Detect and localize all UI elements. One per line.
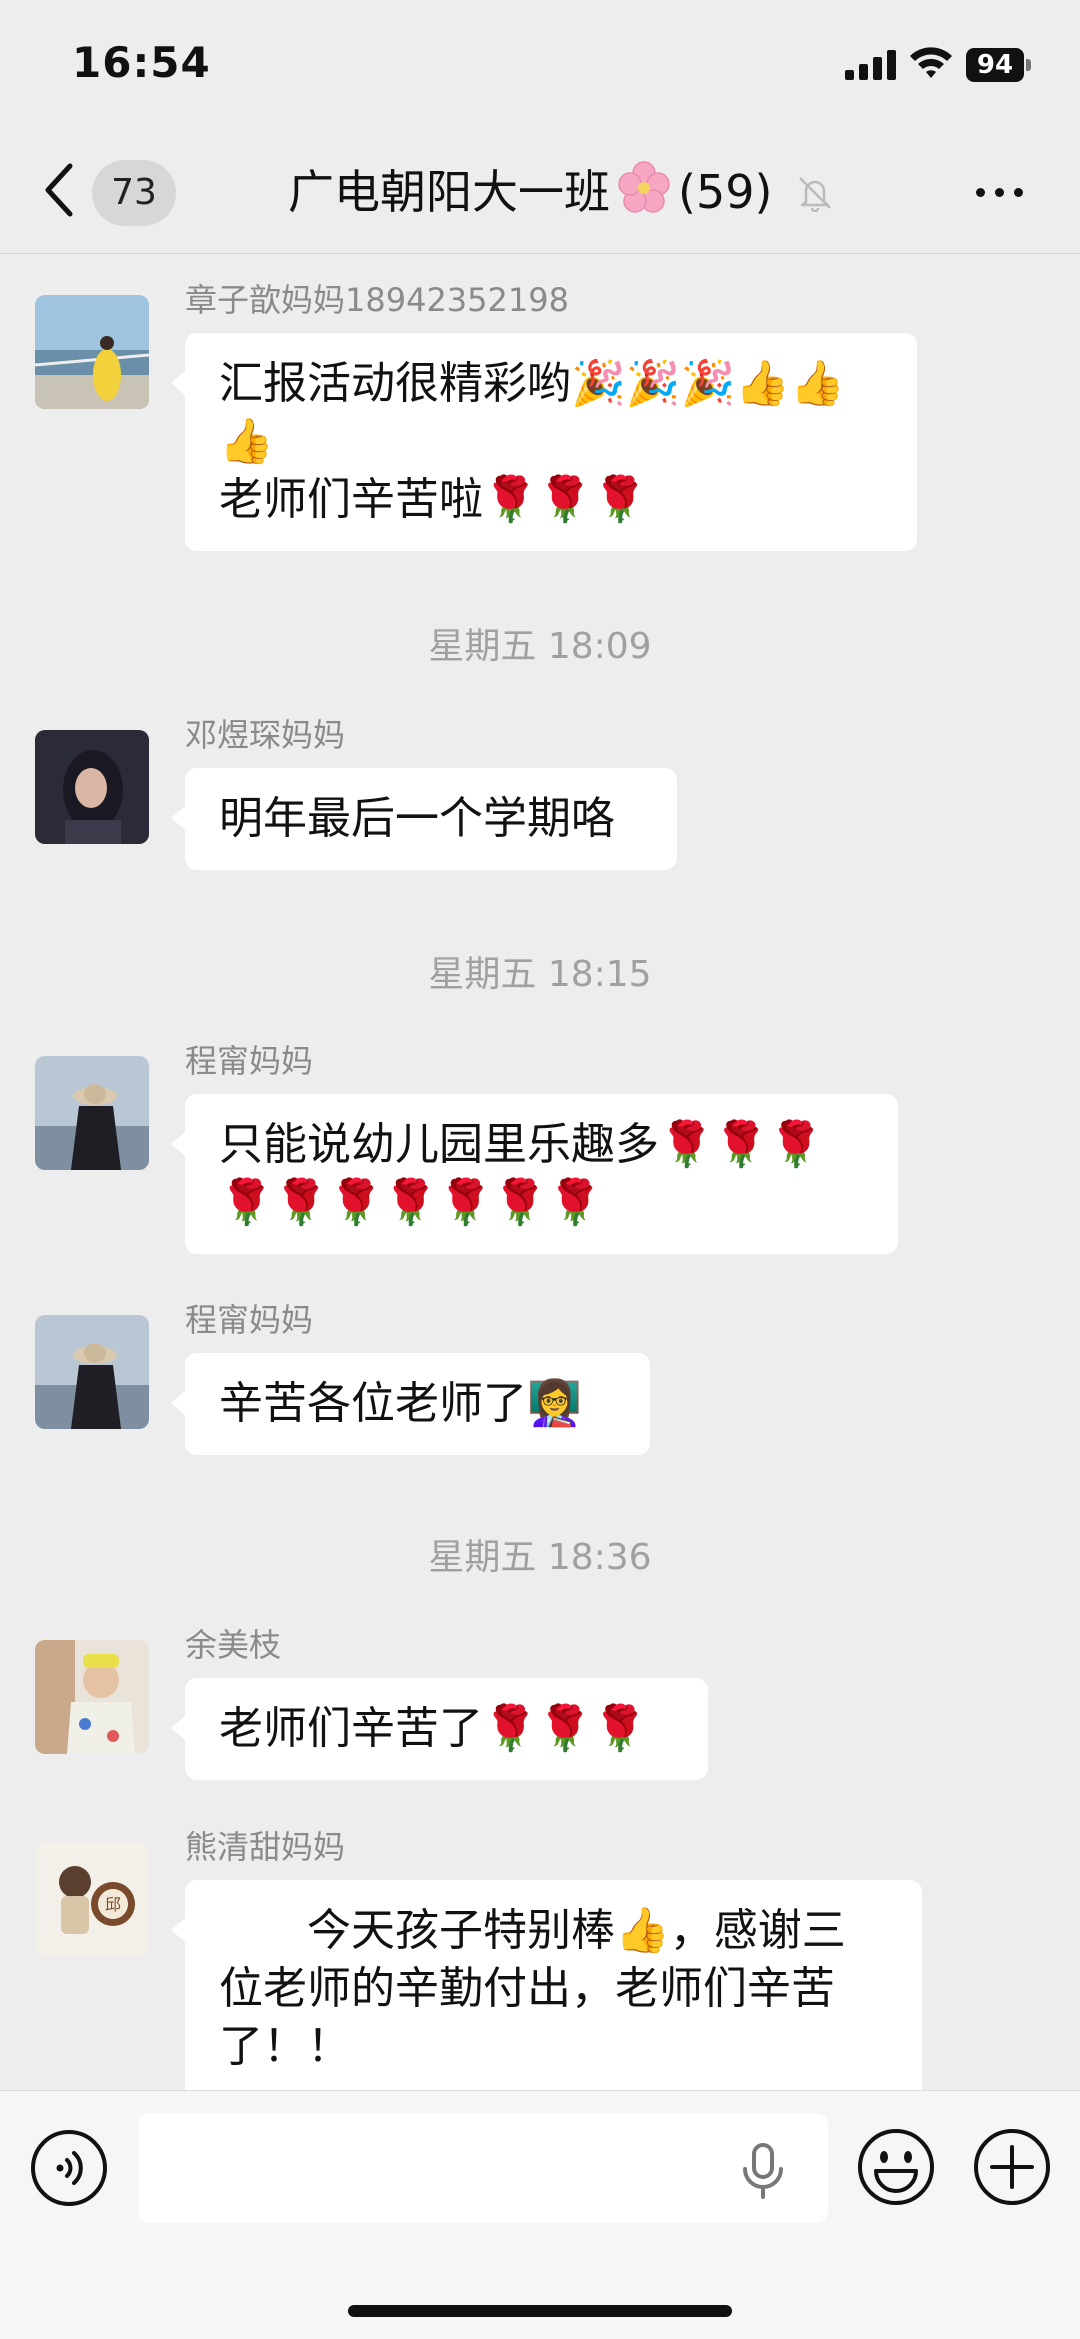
wifi-icon: [910, 47, 952, 78]
home-indicator: [348, 2305, 732, 2317]
battery-icon: 94: [966, 48, 1031, 82]
avatar[interactable]: [35, 1056, 149, 1170]
chat-title-name: 广电朝阳大一班: [288, 165, 610, 219]
bell-slash-icon: [799, 177, 831, 212]
status-bar: 16:54 94: [0, 0, 1080, 130]
cherry-blossom-icon: [618, 161, 670, 213]
sender-name: 熊清甜妈妈: [185, 1828, 346, 1866]
timestamp: 星期五 18:09: [428, 626, 652, 667]
avatar[interactable]: [35, 295, 149, 409]
status-time: 16:54: [72, 38, 211, 87]
avatar[interactable]: [35, 730, 149, 844]
message-bubble[interactable]: 今天孩子特别棒👍，感谢三 位老师的辛勤付出，老师们辛苦 了！！: [171, 1880, 922, 2090]
avatar[interactable]: [35, 1640, 149, 1754]
signal-icon: [845, 50, 896, 80]
avatar[interactable]: [35, 1315, 149, 1429]
sender-name: 余美枝: [185, 1626, 282, 1664]
back-button[interactable]: [40, 158, 80, 222]
voice-icon[interactable]: [30, 2129, 108, 2207]
sender-name: 章子歆妈妈18942352198: [185, 281, 569, 319]
message-input[interactable]: [138, 2113, 828, 2223]
mic-icon[interactable]: [740, 2143, 786, 2199]
plus-icon[interactable]: [972, 2127, 1052, 2207]
sender-name: 邓煜琛妈妈: [185, 716, 346, 754]
sender-name: 程甯妈妈: [185, 1301, 314, 1339]
unread-count-badge[interactable]: 73: [92, 160, 176, 226]
message-bubble[interactable]: 汇报活动很精彩哟🎉🎉🎉👍👍 👍 老师们辛苦啦🌹🌹🌹: [171, 333, 917, 551]
sender-name: 程甯妈妈: [185, 1042, 314, 1080]
member-count: (59): [678, 165, 773, 219]
battery-level: 94: [966, 48, 1024, 82]
message-bubble[interactable]: 明年最后一个学期咯: [171, 768, 677, 870]
chat-title[interactable]: 广电朝阳大一班 (59): [288, 160, 772, 224]
message-bubble[interactable]: 只能说幼儿园里乐趣多🌹🌹🌹 🌹🌹🌹🌹🌹🌹🌹: [171, 1094, 898, 1254]
more-options-button[interactable]: [972, 172, 1028, 212]
message-list[interactable]: 章子歆妈妈18942352198 汇报活动很精彩哟🎉🎉🎉👍👍 👍 老师们辛苦啦🌹…: [0, 255, 1080, 2090]
avatar[interactable]: 邱: [35, 1842, 149, 1956]
input-bar: [0, 2090, 1080, 2339]
message-bubble[interactable]: 老师们辛苦了🌹🌹🌹: [171, 1678, 708, 1780]
chat-header: 73 广电朝阳大一班 (59): [0, 130, 1080, 254]
timestamp: 星期五 18:36: [428, 1537, 652, 1578]
smiley-icon[interactable]: [856, 2127, 936, 2207]
timestamp: 星期五 18:15: [428, 954, 652, 995]
message-bubble[interactable]: 辛苦各位老师了👩‍🏫: [171, 1353, 650, 1455]
svg-text:邱: 邱: [105, 1895, 121, 1914]
